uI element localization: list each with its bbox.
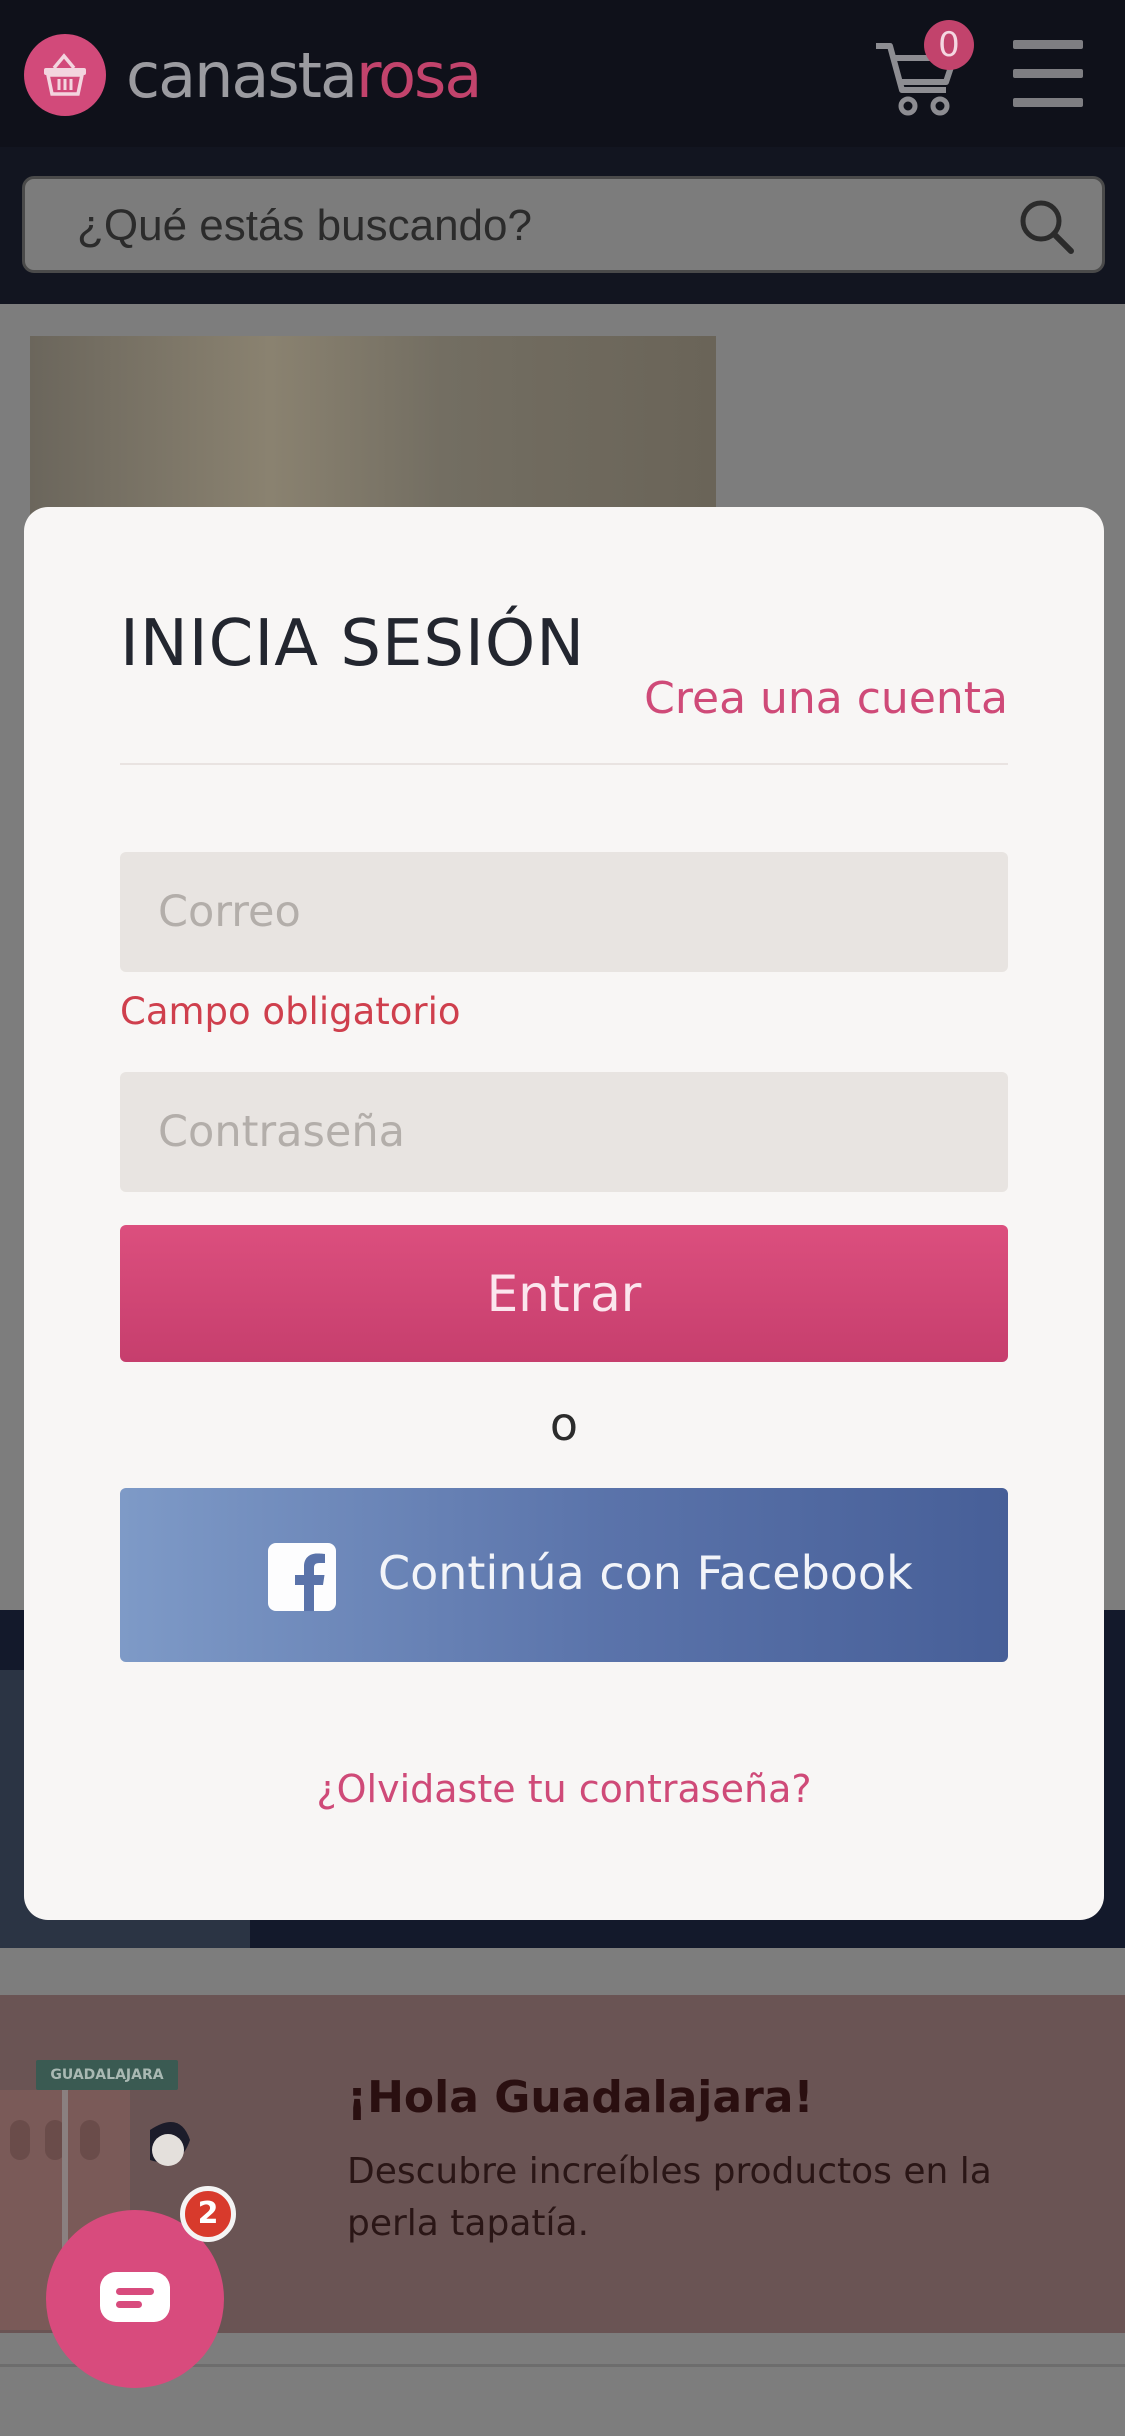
search-icon[interactable]: [1017, 197, 1077, 257]
top-bar: canastarosa 0: [0, 0, 1125, 147]
login-button[interactable]: Entrar: [120, 1225, 1008, 1362]
chat-notification-badge: 2: [180, 2186, 236, 2242]
forgot-password-link[interactable]: ¿Olvidaste tu contraseña?: [24, 1767, 1104, 1811]
facebook-login-label: Continúa con Facebook: [378, 1546, 913, 1600]
logo-text: canastarosa: [126, 38, 482, 112]
login-modal: INICIA SESIÓN Crea una cuenta Campo obli…: [24, 507, 1104, 1920]
promo-sign: GUADALAJARA: [36, 2060, 178, 2090]
email-error-message: Campo obligatorio: [120, 990, 461, 1033]
create-account-link[interactable]: Crea una cuenta: [644, 673, 1008, 724]
hamburger-menu-icon[interactable]: [1013, 40, 1085, 112]
basket-logo-icon: [24, 34, 106, 116]
login-title: INICIA SESIÓN: [120, 607, 586, 681]
password-field[interactable]: [120, 1072, 1008, 1192]
modal-divider: [120, 763, 1008, 765]
search-placeholder: ¿Qué estás buscando?: [77, 201, 532, 250]
logo-text-rosa: rosa: [355, 38, 482, 112]
facebook-icon: [268, 1543, 336, 1611]
email-field[interactable]: [120, 852, 1008, 972]
logo-text-canasta: canasta: [126, 38, 358, 112]
product-image: [30, 336, 716, 516]
search-input[interactable]: ¿Qué estás buscando?: [22, 176, 1105, 273]
logo[interactable]: canastarosa: [24, 34, 482, 116]
cart-count-badge: 0: [924, 20, 974, 70]
facebook-login-button[interactable]: Continúa con Facebook: [120, 1488, 1008, 1662]
promo-description: Descubre increíbles productos en la perl…: [347, 2151, 992, 2244]
chat-icon: [100, 2272, 170, 2322]
promo-title: ¡Hola Guadalajara!: [347, 2072, 814, 2123]
or-separator: o: [549, 1397, 579, 1451]
